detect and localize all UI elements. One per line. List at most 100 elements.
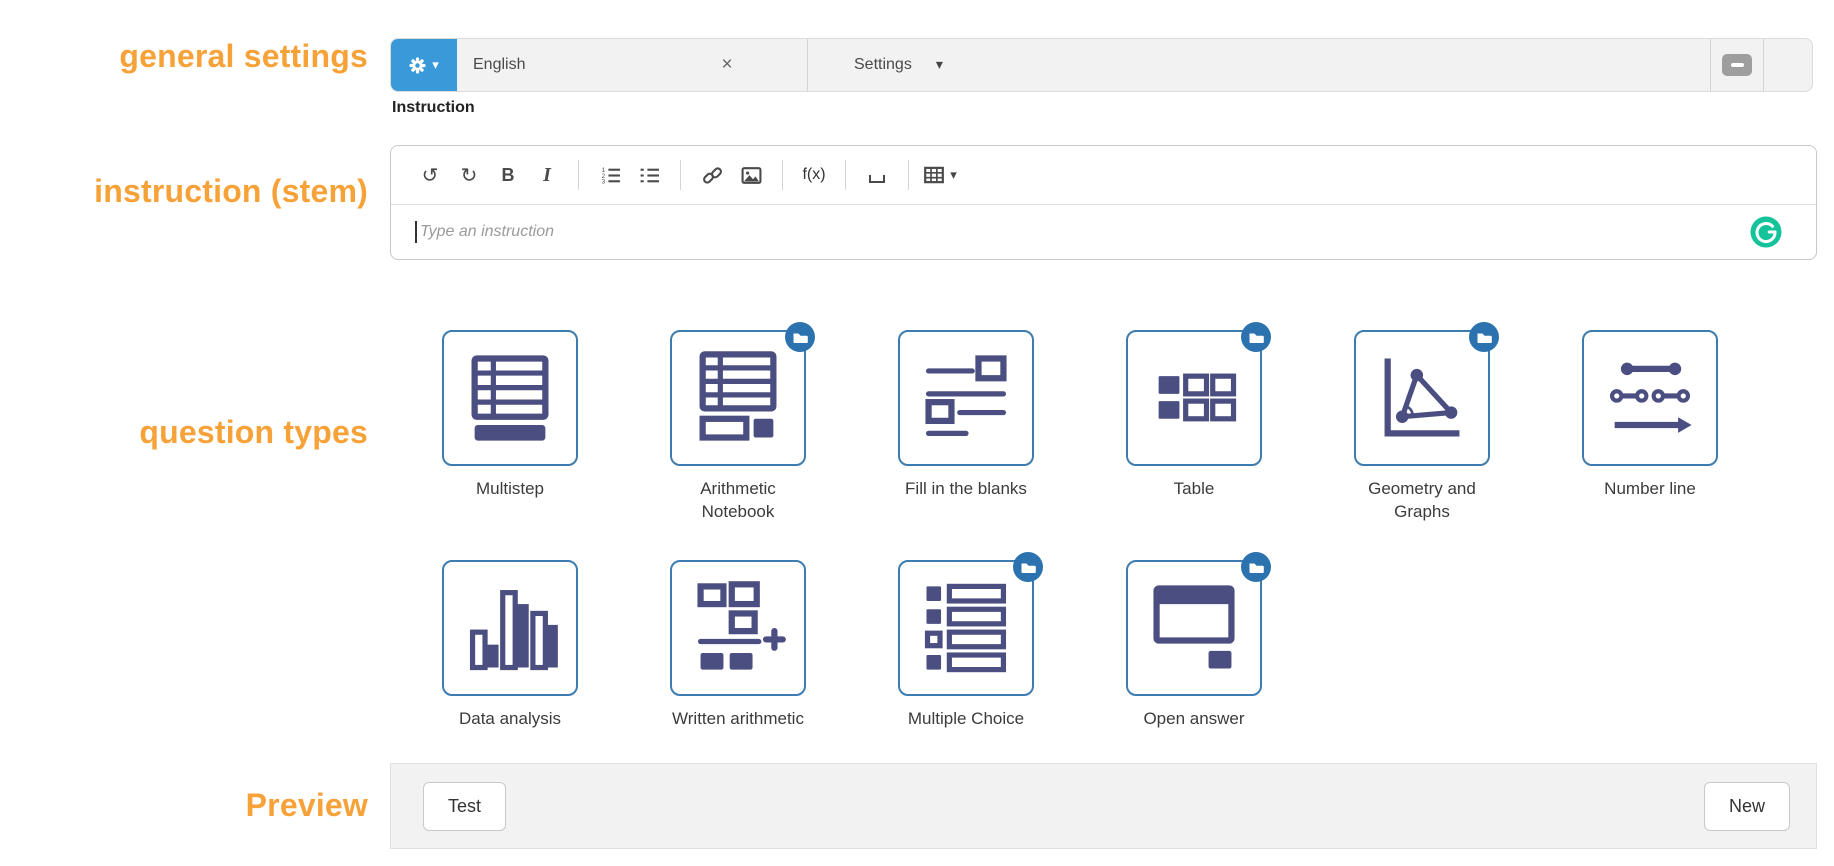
annotation-general-settings: general settings — [119, 38, 368, 74]
settings-gear-dropdown-button[interactable]: ▾ — [391, 39, 457, 91]
svg-text:3: 3 — [601, 178, 605, 185]
test-button[interactable]: Test — [423, 781, 507, 831]
question-type-open-answer[interactable]: Open answer — [1126, 552, 1271, 730]
chevron-down-icon: ▾ — [950, 167, 957, 183]
redo-button[interactable]: ↻ — [452, 155, 486, 195]
question-type-arithmetic-notebook[interactable]: Arithmetic Notebook — [670, 322, 815, 523]
blank-space-button[interactable] — [860, 155, 894, 195]
question-type-table[interactable]: Table — [1126, 322, 1271, 523]
redo-icon: ↻ — [460, 163, 478, 187]
toolbar-divider — [908, 160, 909, 190]
question-editor-screen: general settings instruction (stem) ques… — [0, 0, 1834, 866]
question-type-multistep[interactable]: Multistep — [442, 330, 578, 523]
number-line-icon — [1609, 362, 1692, 433]
open-answer-icon — [1153, 585, 1235, 669]
instruction-text-input[interactable]: Type an instruction — [391, 205, 1816, 259]
folder-badge-icon — [1241, 552, 1271, 582]
bullet-list-button[interactable] — [632, 155, 666, 195]
arithmetic-notebook-icon — [699, 351, 777, 441]
question-type-label: Number line — [1604, 479, 1696, 498]
ordered-list-icon: 123 — [601, 166, 620, 185]
table-insert-dropdown-button[interactable]: ▾ — [923, 155, 957, 195]
question-type-label: Open answer — [1143, 709, 1245, 728]
annotation-question-types: question types — [139, 414, 368, 450]
toolbar-divider — [578, 160, 579, 190]
tile-box — [1126, 552, 1271, 696]
tile-box — [898, 330, 1034, 466]
instruction-placeholder: Type an instruction — [420, 223, 554, 240]
question-type-label: Table — [1173, 479, 1215, 498]
language-tab-label: English — [473, 56, 526, 73]
question-type-number-line[interactable]: Number line — [1582, 330, 1718, 523]
instruction-editor: ↺ ↻ B I 123 f(x) ▾ Type an instruction — [390, 145, 1817, 260]
undo-icon: ↺ — [421, 163, 439, 187]
language-tab-english[interactable]: English × — [457, 39, 807, 91]
tile-box — [1582, 330, 1718, 466]
tile-box — [442, 330, 578, 466]
question-types-row-1: Multistep Arithmetic Notebook Fill in th… — [442, 322, 1718, 523]
card-button-segment — [1711, 39, 1763, 91]
multiple-choice-icon — [924, 583, 1007, 673]
question-types-row-2: Data analysis Written arithmetic Multipl… — [442, 552, 1271, 730]
written-arithmetic-icon — [697, 581, 786, 670]
italic-button[interactable]: I — [530, 155, 564, 195]
table-question-icon — [1158, 373, 1237, 422]
toolbar-divider — [782, 160, 783, 190]
main-column: ▾ English × Settings ▾ Instruction ↺ ↻ B… — [390, 0, 1817, 866]
minus-icon — [1730, 63, 1744, 67]
question-type-label: Geometry and Graphs — [1368, 479, 1476, 521]
tile-box — [442, 560, 578, 696]
image-button[interactable] — [734, 155, 768, 195]
question-type-label: Multiple Choice — [907, 709, 1025, 728]
text-cursor — [415, 221, 417, 243]
collapse-card-button[interactable] — [1722, 54, 1752, 76]
blank-space-icon — [869, 175, 885, 183]
toolbar-divider — [845, 160, 846, 190]
folder-badge-icon — [1241, 322, 1271, 352]
folder-badge-icon — [1469, 322, 1499, 352]
chevron-down-icon: ▾ — [935, 57, 943, 73]
topbar-end-segment — [1764, 39, 1812, 91]
formula-button[interactable]: f(x) — [797, 155, 831, 195]
close-tab-icon[interactable]: × — [712, 39, 742, 91]
tile-box — [670, 322, 815, 466]
question-type-written-arithmetic[interactable]: Written arithmetic — [670, 560, 806, 730]
question-type-label: Written arithmetic — [672, 709, 804, 728]
question-type-fill-in-the-blanks[interactable]: Fill in the blanks — [898, 330, 1034, 523]
question-types-grid: Multistep Arithmetic Notebook Fill in th… — [442, 322, 1817, 750]
multistep-icon — [471, 355, 549, 441]
general-settings-bar: ▾ English × Settings ▾ — [390, 38, 1813, 92]
question-type-data-analysis[interactable]: Data analysis — [442, 560, 578, 730]
ordered-list-button[interactable]: 123 — [593, 155, 627, 195]
instruction-heading: Instruction — [392, 99, 475, 116]
new-button[interactable]: New — [1703, 781, 1790, 831]
folder-badge-icon — [1013, 552, 1043, 582]
tile-box — [1126, 322, 1271, 466]
chevron-down-icon: ▾ — [432, 57, 439, 73]
annotation-preview: Preview — [245, 787, 368, 823]
editor-toolbar: ↺ ↻ B I 123 f(x) ▾ — [391, 146, 1816, 205]
settings-dropdown[interactable]: Settings ▾ — [808, 39, 943, 91]
toolbar-divider — [680, 160, 681, 190]
link-icon — [702, 166, 722, 184]
image-icon — [741, 166, 761, 184]
question-type-label: Fill in the blanks — [905, 479, 1027, 498]
question-type-label: Arithmetic Notebook — [700, 479, 776, 521]
gear-icon — [409, 57, 426, 73]
bold-button[interactable]: B — [491, 155, 525, 195]
tile-box — [898, 552, 1043, 696]
question-type-label: Data analysis — [458, 709, 562, 728]
settings-label: Settings — [854, 56, 912, 73]
geometry-and-graphs-icon — [1384, 358, 1460, 437]
undo-button[interactable]: ↺ — [413, 155, 447, 195]
question-type-geometry-and-graphs[interactable]: Geometry and Graphs — [1354, 322, 1499, 523]
tile-box — [670, 560, 806, 696]
tile-box — [1354, 322, 1499, 466]
folder-badge-icon — [785, 322, 815, 352]
grammarly-icon[interactable] — [1750, 216, 1782, 248]
link-button[interactable] — [695, 155, 729, 195]
table-icon — [924, 166, 945, 184]
question-type-multiple-choice[interactable]: Multiple Choice — [898, 552, 1043, 730]
data-analysis-icon — [469, 590, 558, 671]
